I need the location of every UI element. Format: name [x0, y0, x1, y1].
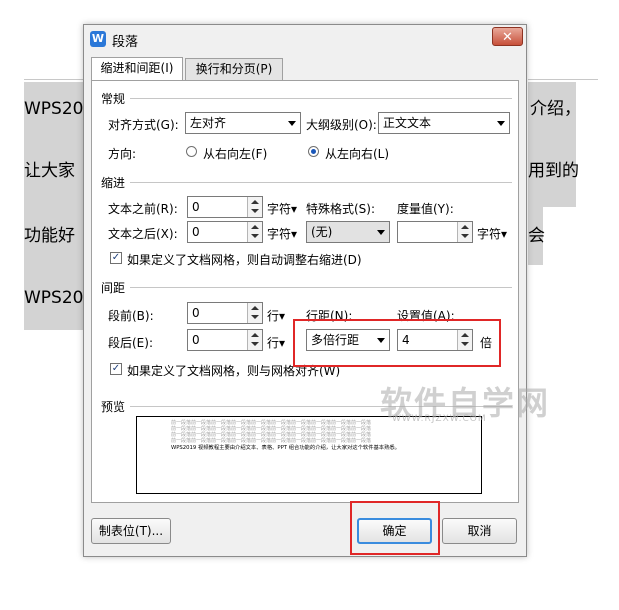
preview-box: 前一段落前一段落前一段落前一段落前一段落前一段落前一段落前一段落前一段落前一段落…	[136, 416, 482, 494]
doc-line-2-right: 用到的	[528, 161, 579, 181]
doc-line-3-right: 会	[528, 226, 545, 246]
paragraph-dialog: W 段落 ✕ 缩进和间距(I) 换行和分页(P) 常规 对齐方式(G): 左对齐…	[83, 24, 527, 557]
spin-down-icon[interactable]	[251, 315, 259, 319]
spin-down-icon[interactable]	[251, 209, 259, 213]
section-general-heading: 常规	[101, 92, 126, 106]
spin-up-icon[interactable]	[251, 333, 259, 337]
chevron-down-icon	[377, 230, 385, 235]
space-after-input[interactable]: 0	[187, 329, 263, 351]
spin-up-icon[interactable]	[251, 306, 259, 310]
indent-after-input[interactable]: 0	[187, 221, 263, 243]
measure-label: 度量值(Y):	[397, 202, 454, 216]
dialog-titlebar[interactable]: W 段落 ✕	[84, 25, 526, 53]
space-after-value: 0	[192, 333, 200, 347]
space-after-label: 段后(E):	[108, 336, 153, 350]
preview-main-line: WPS2019 视频教程主要由介绍文本、表格、PPT 组合功能的介绍，让大家对这…	[171, 445, 400, 451]
spin-down-icon[interactable]	[251, 342, 259, 346]
chevron-down-icon	[497, 121, 505, 126]
outline-select-value: 正文文本	[383, 116, 432, 130]
outline-label: 大纲级别(O):	[306, 118, 377, 132]
ltr-label[interactable]: 从左向右(L)	[325, 145, 389, 162]
direction-label: 方向:	[108, 147, 137, 161]
special-format-label: 特殊格式(S):	[306, 202, 376, 216]
spin-up-icon[interactable]	[251, 200, 259, 204]
space-before-unit[interactable]: 行▾	[267, 307, 285, 324]
highlight-ok-button	[350, 501, 440, 555]
section-indent-heading: 缩进	[101, 176, 126, 190]
space-before-input[interactable]: 0	[187, 302, 263, 324]
spinner-buttons[interactable]	[247, 330, 262, 350]
watermark-url: WWW.RJZXW.COM	[392, 414, 487, 424]
measure-unit[interactable]: 字符▾	[477, 225, 507, 242]
cancel-button[interactable]: 取消	[442, 518, 517, 544]
indent-after-label: 文本之后(X):	[108, 227, 178, 241]
separator-indent	[130, 182, 512, 183]
section-preview-heading: 预览	[101, 400, 126, 414]
doc-line-1-right: 介绍，	[530, 99, 581, 119]
separator-spacing	[130, 287, 512, 288]
indent-grid-label[interactable]: 如果定义了文档网格，则自动调整右缩进(D)	[127, 251, 362, 268]
indent-grid-checkbox[interactable]: ✓	[110, 252, 122, 264]
tabs-button[interactable]: 制表位(T)...	[91, 518, 171, 544]
special-format-select[interactable]: (无)	[306, 221, 390, 243]
page-top-rule-left	[24, 79, 84, 80]
section-spacing-heading: 间距	[101, 281, 126, 295]
ltr-radio[interactable]	[308, 146, 319, 157]
measure-input[interactable]	[397, 221, 473, 243]
wps-app-icon: W	[90, 31, 106, 47]
align-select-value: 左对齐	[190, 116, 227, 130]
separator-general	[130, 98, 512, 99]
indent-before-label: 文本之前(R):	[108, 202, 178, 216]
indent-before-value: 0	[192, 200, 200, 214]
space-after-unit[interactable]: 行▾	[267, 334, 285, 351]
indent-before-input[interactable]: 0	[187, 196, 263, 218]
indent-before-unit[interactable]: 字符▾	[267, 200, 297, 217]
spin-down-icon[interactable]	[461, 234, 469, 238]
spin-up-icon[interactable]	[251, 225, 259, 229]
spacing-grid-checkbox[interactable]: ✓	[110, 363, 122, 375]
space-before-value: 0	[192, 306, 200, 320]
highlight-line-spacing	[293, 319, 501, 367]
page-top-rule-right	[528, 79, 598, 80]
spin-up-icon[interactable]	[461, 225, 469, 229]
spin-down-icon[interactable]	[251, 234, 259, 238]
spinner-buttons[interactable]	[457, 222, 472, 242]
doc-line-3-left: 功能好	[24, 226, 75, 246]
indent-after-value: 0	[192, 225, 200, 239]
chevron-down-icon	[288, 121, 296, 126]
space-before-label: 段前(B):	[108, 309, 154, 323]
align-select[interactable]: 左对齐	[185, 112, 301, 134]
rtl-label[interactable]: 从右向左(F)	[203, 145, 267, 162]
align-label: 对齐方式(G):	[108, 118, 179, 132]
tab-indent-spacing[interactable]: 缩进和间距(I)	[91, 57, 183, 81]
outline-select[interactable]: 正文文本	[378, 112, 510, 134]
spinner-buttons[interactable]	[247, 222, 262, 242]
special-format-value: (无)	[311, 225, 333, 239]
close-icon[interactable]: ✕	[492, 27, 523, 46]
spinner-buttons[interactable]	[247, 197, 262, 217]
doc-line-2-left: 让大家	[24, 161, 75, 181]
tab-line-page-breaks[interactable]: 换行和分页(P)	[185, 58, 283, 80]
indent-after-unit[interactable]: 字符▾	[267, 225, 297, 242]
spinner-buttons[interactable]	[247, 303, 262, 323]
rtl-radio[interactable]	[186, 146, 197, 157]
dialog-title: 段落	[112, 35, 139, 50]
